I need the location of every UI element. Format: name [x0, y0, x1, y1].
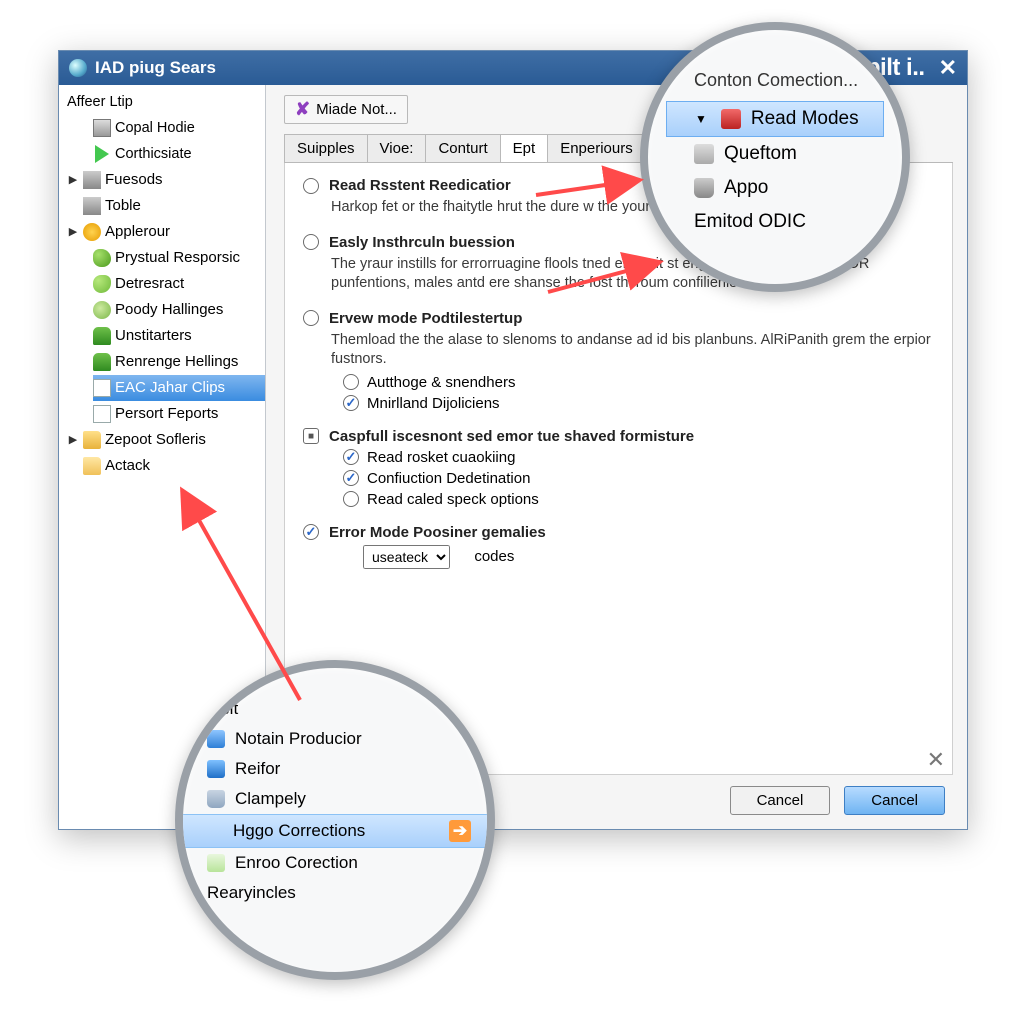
ok-button[interactable]: Cancel: [844, 786, 945, 815]
mail-icon: [207, 854, 225, 872]
sun-icon: [83, 223, 101, 241]
expand-icon: ▶: [67, 167, 79, 193]
opt5-select[interactable]: useateck: [363, 545, 450, 569]
bin-icon: [207, 790, 225, 808]
opt3-radio[interactable]: [303, 310, 319, 326]
opt4-sub3-radio[interactable]: [343, 491, 359, 507]
blist-item-notain[interactable]: Notain Producior: [183, 724, 487, 754]
made-not-button[interactable]: ✘ Miade Not...: [284, 95, 408, 124]
module-red-icon: [721, 109, 741, 129]
expand-icon: ▶: [67, 427, 79, 453]
chevron-down-icon: ▼: [695, 112, 707, 126]
pane-close-icon[interactable]: ✕: [927, 747, 945, 773]
opt3-sub2-radio[interactable]: [343, 395, 359, 411]
tree-item-persort[interactable]: Persort Feports: [93, 401, 265, 427]
tree-item-detresract[interactable]: Detresract: [93, 271, 265, 297]
tree-item-copal[interactable]: Copal Hodie: [93, 115, 265, 141]
opt4-sub1-radio[interactable]: [343, 449, 359, 465]
tree-root[interactable]: Affeer Ltip: [67, 89, 265, 115]
tree-node-applerour[interactable]: ▶ Applerour: [67, 219, 265, 245]
blist-item-reifor[interactable]: Reifor: [183, 754, 487, 784]
opt1-title: Read Rsstent Reedicatior: [329, 177, 511, 194]
printer-icon: [694, 144, 714, 164]
app-icon: [69, 59, 87, 77]
blist-item-enroo[interactable]: Enroo Corection: [183, 848, 487, 878]
tree-icon: [93, 327, 111, 345]
leaf-icon: [93, 275, 111, 293]
register-icon: [694, 178, 714, 198]
tree-item-unstit[interactable]: Unstitarters: [93, 323, 265, 349]
leaf-icon: [93, 249, 111, 267]
tree-node-fuesods[interactable]: ▶ Fuesods: [67, 167, 265, 193]
tab-suipples[interactable]: Suipples: [284, 134, 368, 162]
blist-item-rearyincles[interactable]: Rearyincles: [183, 878, 487, 908]
tree-item-poody[interactable]: Poody Hallinges: [93, 297, 265, 323]
tree-root-label: Affeer Ltip: [67, 89, 133, 115]
expand-icon: ▶: [67, 219, 79, 245]
folder-icon: [83, 457, 101, 475]
arrow-right-icon: ➔: [449, 820, 471, 842]
tree-item-corth[interactable]: Corthicsiate: [93, 141, 265, 167]
tab-vioe[interactable]: Vioe:: [367, 134, 427, 162]
opt4-sub2-radio[interactable]: [343, 470, 359, 486]
opt4-title: Caspfull iscesnont sed emor tue shaved f…: [329, 428, 694, 445]
opt3-sub1-radio[interactable]: [343, 374, 359, 390]
tab-conturt[interactable]: Conturt: [425, 134, 500, 162]
cancel-button[interactable]: Cancel: [730, 786, 831, 815]
opt5-title: Error Mode Poosiner gemalies: [329, 524, 546, 541]
opt3-desc: Themload the the alase to slenoms to and…: [331, 331, 934, 370]
tree-node-toble[interactable]: Toble: [67, 193, 265, 219]
bubble-top-item-readmodes[interactable]: ▼ Read Modes: [666, 101, 884, 137]
bubble-top-item-appo[interactable]: Appo: [666, 171, 884, 205]
drive-icon: [83, 197, 101, 215]
windows-icon: [207, 760, 225, 778]
window-close-button[interactable]: ✕: [939, 55, 957, 81]
opt2-title: Easly Insthrculn buession: [329, 234, 515, 251]
tree-item-eac-selected[interactable]: EAC Jahar Clips: [93, 375, 265, 401]
window-title: IAD piug Sears: [95, 58, 216, 78]
module-blue-icon: [207, 730, 225, 748]
drive-icon: [83, 171, 101, 189]
folder-icon: [83, 431, 101, 449]
opt5-radio[interactable]: [303, 524, 319, 540]
page-icon: [93, 405, 111, 423]
tree-node-actack[interactable]: Actack: [67, 453, 265, 479]
tab-ept[interactable]: Ept: [500, 134, 549, 162]
tab-enper[interactable]: Enperiours: [547, 134, 646, 162]
opt1-radio[interactable]: [303, 178, 319, 194]
bud-icon: [93, 301, 111, 319]
bubble-top-item-queftom[interactable]: Queftom: [666, 137, 884, 171]
opt3-title: Ervew mode Podtilestertup: [329, 310, 522, 327]
x-purple-icon: ✘: [295, 99, 310, 120]
callout-bubble-bottom: ttibit Notain Producior Reifor Clampely …: [175, 660, 495, 980]
bubble-top-header: Conton Comection...: [694, 70, 884, 91]
tree-node-zepoot[interactable]: ▶ Zepoot Sofleris: [67, 427, 265, 453]
bubble-top-item-emitod[interactable]: Emitod ODIC: [666, 205, 884, 239]
blist-item-selected[interactable]: Hggo Corrections ➔: [183, 814, 487, 848]
opt4-check[interactable]: [303, 428, 319, 444]
blist-item-clampely[interactable]: Clampely: [183, 784, 487, 814]
disk-icon: [93, 119, 111, 137]
tree-icon: [93, 353, 111, 371]
callout-bubble-top: Conton Comection... ▼ Read Modes Queftom…: [640, 22, 910, 292]
page-icon: [93, 379, 111, 397]
opt2-radio[interactable]: [303, 234, 319, 250]
tree-item-prystual[interactable]: Prystual Resporsic: [93, 245, 265, 271]
arrow-green-icon: [93, 145, 111, 163]
tree-item-renrenge[interactable]: Renrenge Hellings: [93, 349, 265, 375]
